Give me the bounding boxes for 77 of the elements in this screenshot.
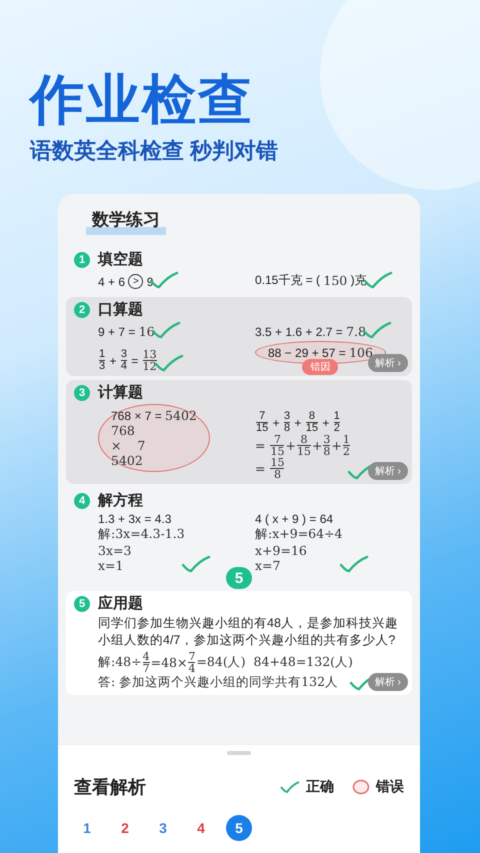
fraction: 7 4 (188, 651, 196, 674)
panel-title: 查看解析 (74, 776, 146, 799)
printed-text: 3.5 + 1.6 + 2.7 = (255, 324, 344, 338)
handwritten-text: + (312, 438, 322, 453)
handwritten-text: 解:x+9=64÷4 (255, 526, 342, 543)
problem-text: 同学们参加生物兴趣小组的有48人，是参加科技兴趣小组人数的4/7，参加这两个兴趣小组的共有多少人? (97, 615, 399, 649)
section-number: 5 (74, 596, 90, 612)
question-number[interactable]: 1 (74, 815, 100, 841)
fraction: 4 7 (142, 651, 150, 674)
handwritten-text: × 7 (111, 438, 146, 453)
printed-text: 4 + 6 (98, 274, 126, 288)
fraction: 3 4 (120, 349, 127, 372)
fraction: 1 2 (334, 411, 340, 434)
handwritten-text: 768 (111, 423, 135, 438)
handwritten-text: 16 (138, 324, 155, 339)
handwritten-text: = (255, 438, 266, 453)
section-title: 解方程 (98, 491, 143, 510)
legend-label: 错误 (376, 778, 404, 796)
handwritten-text: + (331, 438, 342, 453)
question-number[interactable]: 2 (112, 815, 138, 841)
printed-text: 88 − 29 + 57 = (268, 346, 347, 360)
circled-symbol: > (128, 274, 144, 289)
section-number: 2 (74, 302, 90, 318)
section-number: 4 (74, 492, 90, 508)
printed-text: 9 + 7 = (98, 324, 136, 338)
section-title: 口算题 (98, 300, 143, 319)
fraction: 7 15 (270, 434, 284, 457)
handwritten-text: = (255, 461, 266, 476)
section-number: 1 (74, 252, 90, 268)
printed-text: 4 ( x + 9 ) = 64 (255, 512, 334, 526)
analysis-button[interactable]: 解析 › (368, 462, 408, 480)
printed-text: + (293, 416, 302, 430)
handwritten-text: 解:48÷ (98, 654, 142, 671)
worksheet-title: 数学练习 (86, 208, 166, 235)
error-cause-tag[interactable]: 错因 (302, 359, 338, 375)
fraction: 15 8 (270, 457, 284, 480)
question-number[interactable]: 4 (188, 815, 214, 841)
fraction: 8 15 (306, 411, 318, 434)
printed-text: )克 (350, 272, 367, 289)
section-title: 填空题 (98, 250, 143, 269)
handwritten-text: 3x=3 (98, 543, 132, 558)
fraction: 1 2 (342, 434, 350, 457)
fraction: 3 8 (284, 411, 290, 434)
fraction: 8 15 (296, 434, 311, 457)
headline: 作业检查 (30, 70, 254, 130)
handwritten-text: x+9=16 (255, 543, 307, 558)
printed-text: 0.15千克 = ( (255, 272, 322, 289)
printed-text: 1.3 + 3x = 4.3 (98, 512, 172, 526)
fraction: 7 15 (256, 411, 268, 434)
section-title: 应用题 (98, 594, 143, 613)
handwritten-text: =48× (150, 655, 188, 670)
handwritten-text: 解:3x=4.3-1.3 (98, 526, 185, 543)
subtitle: 语数英全科检查 秒判对错 (30, 137, 278, 165)
handwritten-text: 5402 (111, 453, 143, 468)
handwritten-text: x=7 (255, 558, 280, 573)
handwritten-text: =84(人) 84+48=132(人) (196, 654, 353, 671)
section-title: 计算题 (98, 383, 143, 402)
fraction: 13 12 (142, 349, 157, 372)
question-bubble: 5 (226, 567, 252, 589)
fraction: 3 8 (323, 434, 330, 457)
section-number: 3 (74, 384, 90, 400)
handwritten-text: 5402 (165, 408, 197, 423)
printed-text: + (272, 416, 281, 430)
question-number[interactable]: 3 (150, 815, 176, 841)
fraction: 1 3 (99, 349, 106, 372)
handwritten-text: 150 (323, 273, 348, 288)
drag-handle[interactable] (227, 751, 251, 755)
handwritten-text: x=1 (98, 558, 124, 573)
printed-text: + (321, 416, 330, 430)
printed-text: = (130, 354, 140, 368)
printed-text: + (108, 354, 118, 368)
handwritten-text: 答: 参加这两个兴趣小组的同学共有132人 (98, 674, 338, 691)
question-number[interactable]: 5 (226, 815, 252, 841)
printed-text: 768 × 7 = (111, 408, 163, 422)
analysis-button[interactable]: 解析 › (368, 673, 408, 691)
handwritten-text: + (285, 438, 296, 453)
legend-label: 正确 (306, 778, 334, 796)
